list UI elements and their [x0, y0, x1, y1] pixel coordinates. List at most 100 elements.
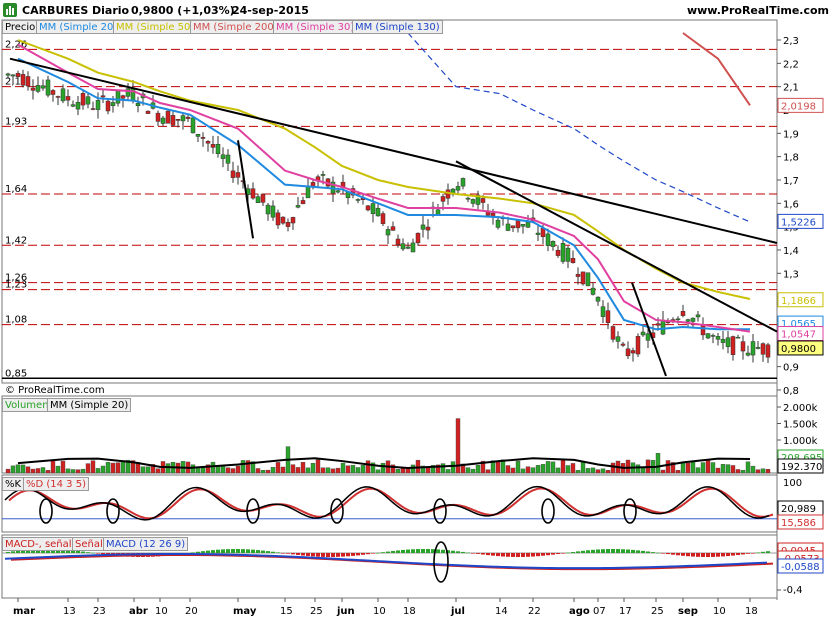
- macd-hist-bar: [471, 553, 475, 554]
- chart-canvas[interactable]: 2,32,22,121,91,81,71,61,51,41,31,21,110,…: [0, 0, 835, 620]
- candle-body: [110, 102, 116, 107]
- macd-hist-bar: [191, 552, 195, 554]
- candle-body: [755, 347, 761, 349]
- volume-bar: [470, 468, 476, 474]
- volume-bar: [230, 468, 236, 474]
- candle-body: [610, 326, 616, 340]
- stoch-tick-label: 100: [783, 478, 802, 489]
- macd-hist-bar: [536, 553, 540, 557]
- level-label: 0,85: [5, 368, 27, 379]
- x-tick-label: abr: [129, 606, 148, 617]
- macd-hist-bar: [511, 553, 515, 557]
- macd-hist-bar: [761, 551, 765, 553]
- price-tick-label: 0,8: [783, 386, 799, 397]
- candle-body: [555, 249, 561, 256]
- volume-bar: [410, 464, 416, 474]
- volume-bar: [40, 467, 46, 474]
- macd-flag-text: -0,0588: [781, 562, 820, 573]
- volume-bar: [725, 464, 731, 474]
- candle-body: [460, 178, 466, 187]
- volume-bar: [660, 469, 666, 474]
- macd-hist-bar: [436, 549, 440, 553]
- macd-hist-bar: [271, 551, 275, 553]
- candle-body: [400, 243, 406, 250]
- macd-hist-bar: [596, 549, 600, 553]
- candle-body: [735, 336, 741, 339]
- volume-bar: [505, 465, 511, 474]
- candle-body: [225, 154, 231, 164]
- volume-bar: [215, 465, 221, 474]
- macd-hist-bar: [381, 552, 385, 553]
- macd-hist-bar: [391, 550, 395, 553]
- volume-bar: [485, 469, 491, 474]
- candle-body: [260, 193, 266, 203]
- value-flag-text: 1,1866: [781, 296, 816, 307]
- candle-body: [675, 318, 681, 321]
- candle-body: [635, 336, 641, 355]
- candle-body: [595, 296, 601, 302]
- volume-bar: [270, 467, 276, 474]
- macd-hist-bar: [366, 553, 370, 555]
- candle-body: [15, 73, 21, 77]
- x-tick-label: 13: [63, 606, 76, 617]
- macd-hist-bar: [706, 553, 710, 557]
- volume-bar: [55, 465, 61, 474]
- macd-hist-bar: [411, 549, 415, 553]
- macd-hist-bar: [401, 549, 405, 553]
- volume-bar: [210, 461, 216, 474]
- candle-body: [235, 172, 241, 178]
- macd-hist-bar: [86, 552, 90, 553]
- volume-bar: [585, 468, 591, 474]
- volume-bar: [340, 462, 346, 474]
- volume-bar: [550, 461, 556, 474]
- volume-bar: [445, 469, 451, 474]
- price-tick-label: 1,4: [783, 246, 799, 257]
- volume-bar: [310, 463, 316, 474]
- macd-hist-bar: [506, 553, 510, 557]
- macd-hist-bar: [346, 553, 350, 557]
- x-tick-label: 18: [745, 606, 758, 617]
- volume-bar: [275, 462, 281, 474]
- macd-hist-bar: [316, 553, 320, 557]
- x-tick-label: 10: [155, 606, 168, 617]
- volume-bar: [115, 462, 121, 474]
- candle-body: [510, 225, 516, 229]
- macd-hist-bar: [356, 553, 360, 556]
- x-tick-label: 22: [528, 606, 541, 617]
- volume-bar: [625, 459, 631, 474]
- volume-bar: [105, 462, 111, 474]
- macd-hist-bar: [211, 550, 215, 553]
- volume-bar: [655, 453, 661, 474]
- macd-hist-bar: [496, 553, 500, 557]
- macd-hist-bar: [231, 549, 235, 553]
- candle-body: [355, 199, 361, 201]
- volume-bar: [700, 462, 706, 474]
- candle-body: [335, 190, 341, 193]
- volume-bar: [355, 467, 361, 474]
- candle-body: [70, 104, 76, 107]
- legend-macd-signal: Señal: [72, 537, 106, 551]
- macd-hist-bar: [261, 550, 265, 553]
- macd-hist-bar: [251, 549, 255, 553]
- volume-bar: [290, 464, 296, 474]
- candle-body: [465, 197, 471, 200]
- volume-bar: [20, 464, 26, 474]
- macd-hist-bar: [701, 553, 705, 557]
- candle-body: [715, 336, 721, 340]
- macd-hist-bar: [371, 553, 375, 554]
- candle-body: [105, 100, 111, 112]
- macd-hist-bar: [481, 553, 485, 555]
- macd-hist-bar: [241, 549, 245, 553]
- candle-body: [560, 243, 566, 262]
- volume-bar: [640, 467, 646, 474]
- candle-body: [90, 108, 96, 110]
- macd-hist-bar: [336, 553, 340, 557]
- macd-hist-bar: [286, 553, 290, 554]
- candle-body: [30, 87, 36, 91]
- candle-body: [750, 341, 756, 356]
- price-tick-label: 1,3: [783, 269, 799, 280]
- candle-body: [320, 174, 326, 176]
- volume-bar: [575, 470, 581, 474]
- volume-bar: [510, 467, 516, 474]
- candle-body: [50, 90, 56, 95]
